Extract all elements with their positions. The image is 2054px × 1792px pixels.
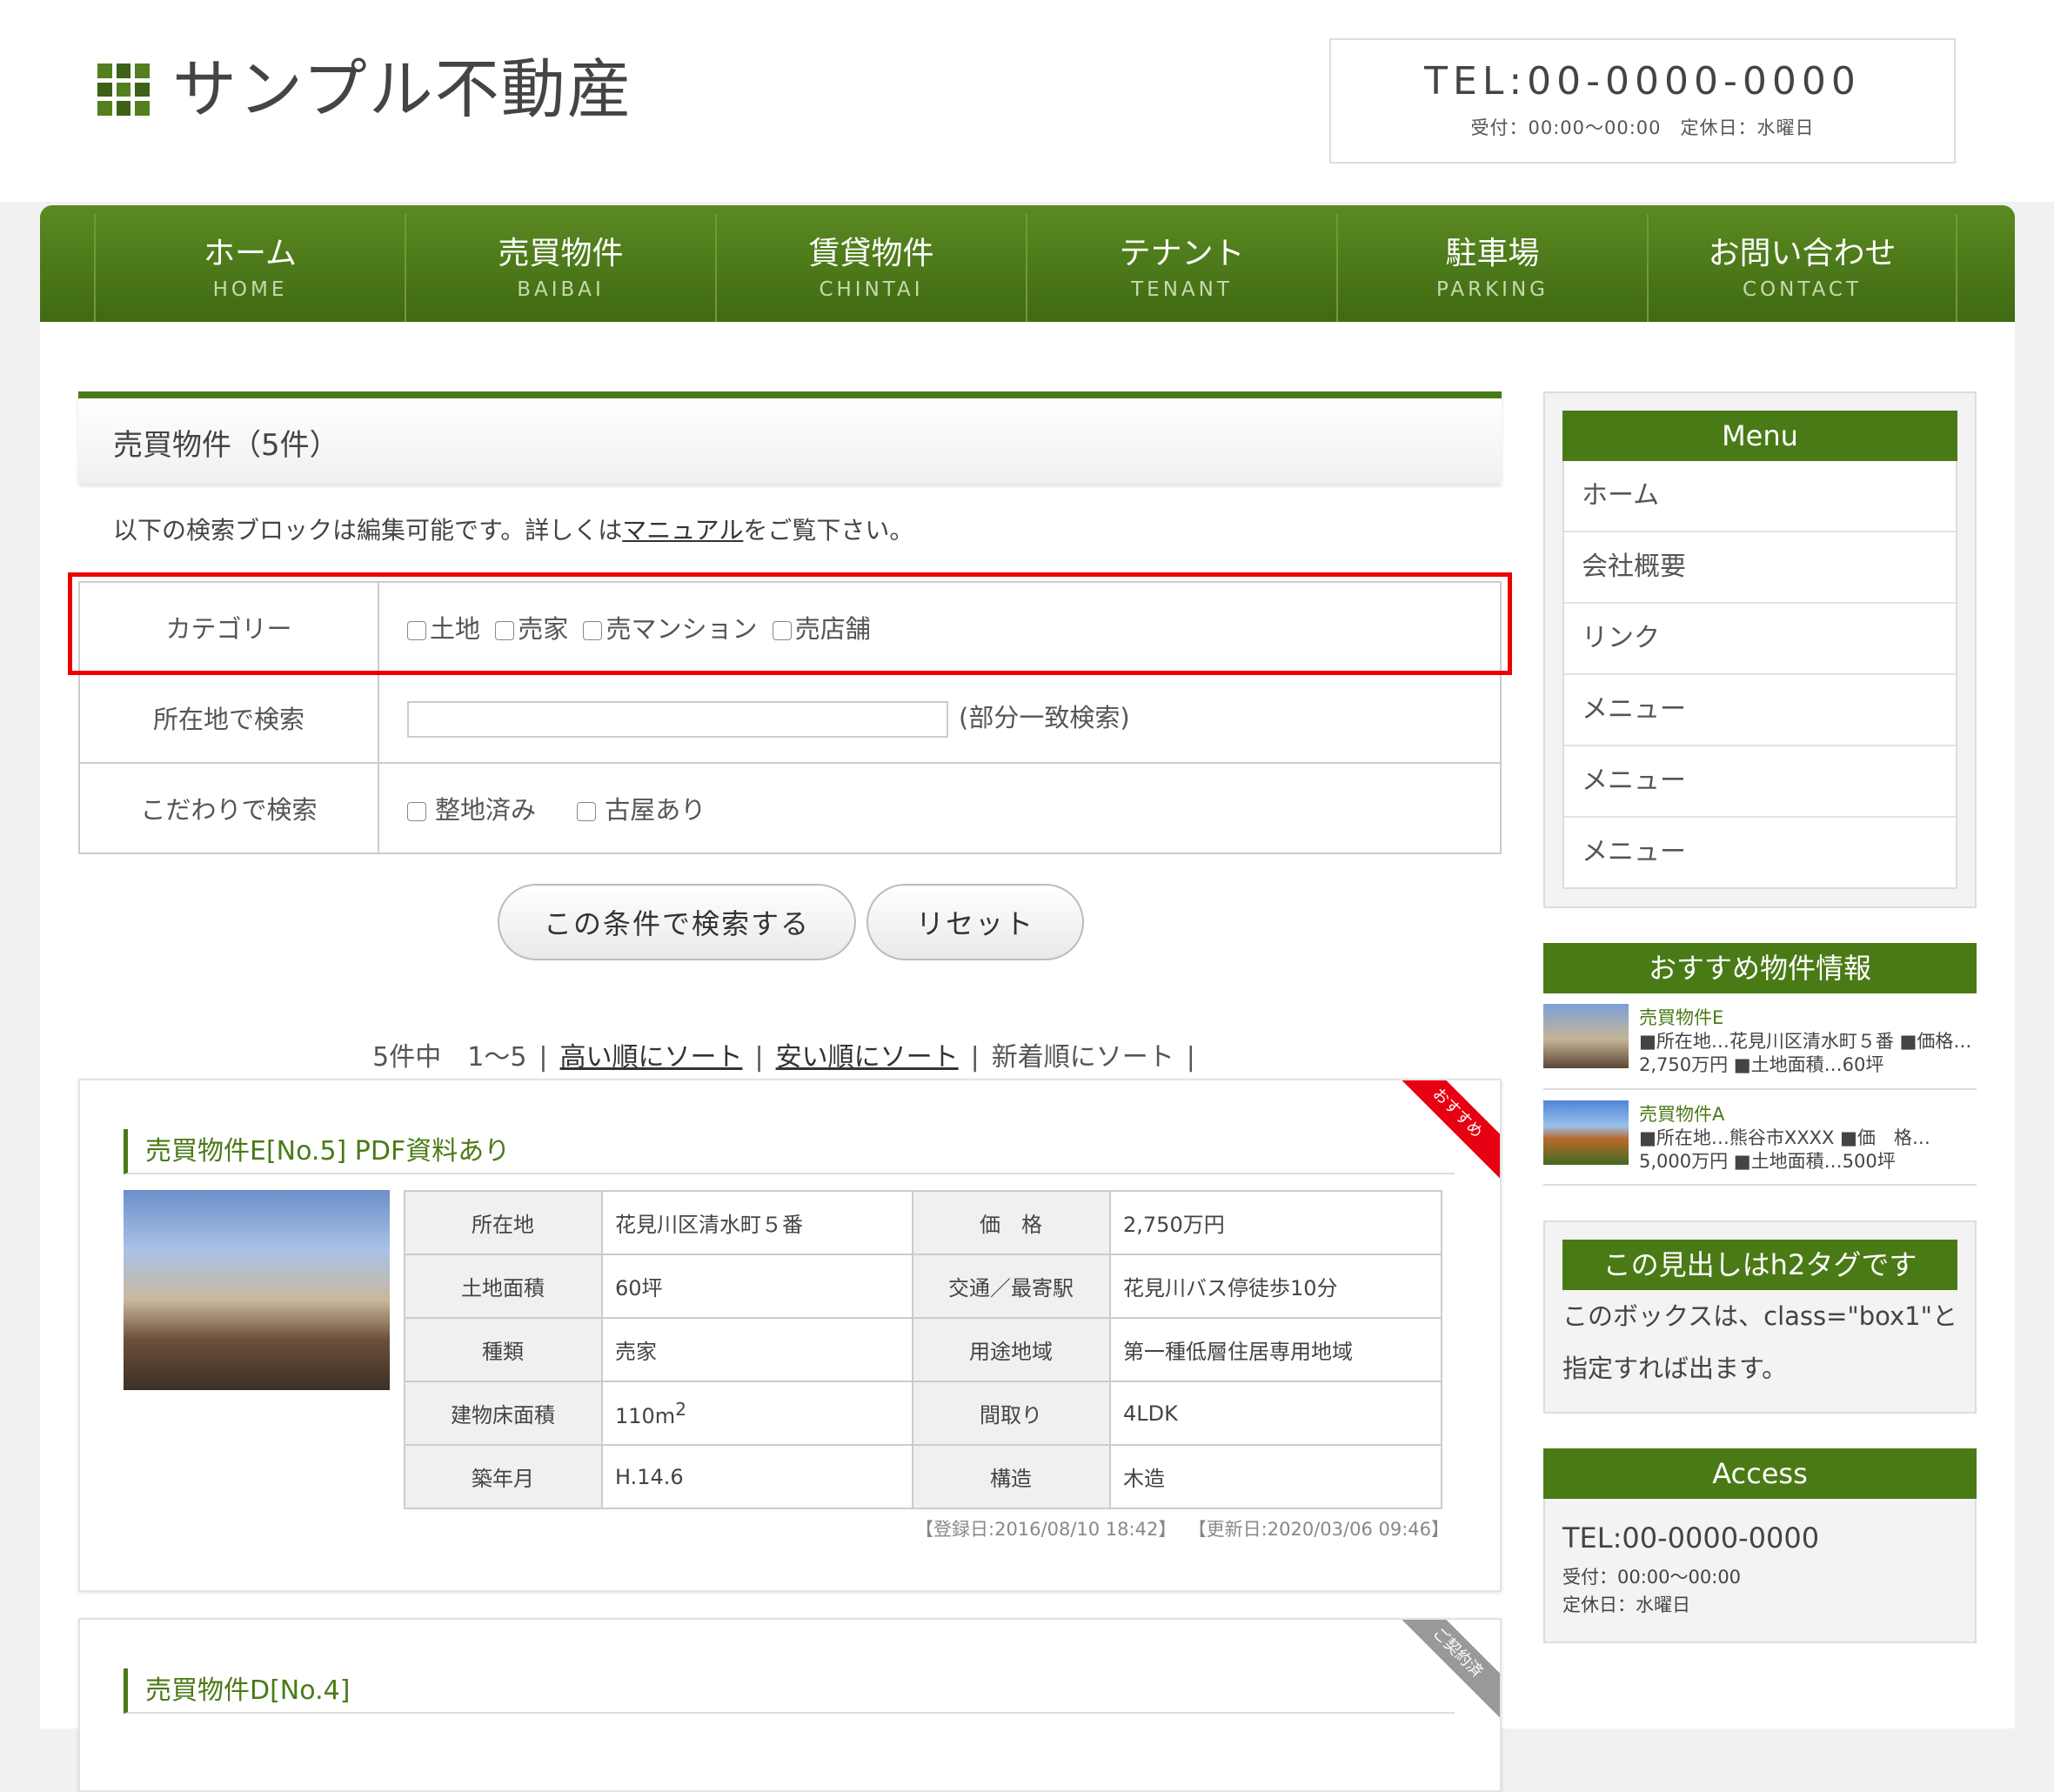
listing-title[interactable]: 売買物件D[No.4] — [124, 1668, 1455, 1714]
access-holiday: 定休日：水曜日 — [1562, 1595, 1690, 1616]
feature-row: こだわりで検索 整地済み 古屋あり — [78, 762, 1502, 854]
listing-details: 所在地 花見川区清水町５番 価 格 2,750万円 土地面積 60坪 交通／最寄… — [404, 1190, 1442, 1509]
info-box: この見出しはh2タグです このボックスは、class="box1"と指定すれば出… — [1543, 1220, 1977, 1414]
access-box: Access TEL:00-0000-0000 受付：00:00〜00:00 定… — [1543, 1448, 1977, 1644]
checkbox-old-house[interactable]: 古屋あり — [577, 795, 706, 825]
checkbox-icon — [583, 621, 603, 640]
box1-title: この見出しはh2タグです — [1562, 1240, 1957, 1291]
location-label: 所在地で検索 — [78, 672, 379, 764]
table-row: 築年月 H.14.6 構造 木造 — [404, 1444, 1442, 1509]
rec-title: おすすめ物件情報 — [1543, 943, 1977, 993]
sidebar-item-menu[interactable]: メニュー — [1564, 818, 1956, 887]
nav-baibai[interactable]: 売買物件 BAIBAI — [405, 214, 715, 322]
table-row: 土地面積 60坪 交通／最寄駅 花見川バス停徒歩10分 — [404, 1254, 1442, 1319]
sort-low-link[interactable]: 安い順にソート — [776, 1042, 959, 1073]
location-input[interactable] — [407, 701, 948, 738]
checkbox-icon — [407, 802, 426, 821]
access-tel: TEL:00-0000-0000 — [1562, 1521, 1820, 1555]
sidebar-item-company[interactable]: 会社概要 — [1564, 532, 1956, 604]
sort-newest[interactable]: 新着順にソート — [992, 1042, 1174, 1073]
grid-logo-icon — [97, 64, 150, 116]
checkbox-icon — [407, 621, 426, 640]
reset-button[interactable]: リセット — [866, 884, 1084, 960]
nav-home[interactable]: ホーム HOME — [94, 214, 405, 322]
table-row: 建物床面積 110m2 間取り 4LDK — [404, 1381, 1442, 1446]
search-button[interactable]: この条件で検索する — [498, 884, 856, 960]
checkbox-shop[interactable]: 売店舗 — [772, 614, 871, 644]
listing-card: ご契約済 売買物件D[No.4] — [78, 1618, 1502, 1792]
checkbox-icon — [772, 621, 792, 640]
menu-title: Menu — [1562, 411, 1957, 461]
checkbox-graded[interactable]: 整地済み — [407, 795, 536, 825]
manual-link[interactable]: マニュアル — [622, 516, 743, 545]
nav-parking[interactable]: 駐車場 PARKING — [1336, 214, 1647, 322]
rec-thumb — [1543, 1100, 1629, 1165]
rec-thumb — [1543, 1004, 1629, 1068]
result-count: 5件中 1〜5 — [372, 1042, 527, 1073]
table-row: 種類 売家 用途地域 第一種低層住居専用地域 — [404, 1317, 1442, 1382]
listing-dates: 【登録日:2016/08/10 18:42】 【更新日:2020/03/06 0… — [915, 1519, 1449, 1540]
category-row: カテゴリー 土地 売家 売マンション 売店舗 — [78, 581, 1502, 673]
checkbox-icon — [577, 802, 597, 821]
location-note: (部分一致検索) — [959, 703, 1130, 732]
sidebar-item-home[interactable]: ホーム — [1564, 461, 1956, 532]
search-form: カテゴリー 土地 売家 売マンション 売店舗 所在地で検索 (部分一致検索) こ… — [78, 581, 1502, 854]
access-hours: 受付：00:00〜00:00 — [1562, 1567, 1742, 1588]
checkbox-land[interactable]: 土地 — [407, 614, 480, 644]
listing-photo[interactable] — [124, 1190, 390, 1390]
sort-high-link[interactable]: 高い順にソート — [560, 1042, 743, 1073]
sidebar-item-link[interactable]: リンク — [1564, 604, 1956, 675]
page-title: 売買物件（5件） — [78, 391, 1502, 484]
checkbox-icon — [495, 621, 515, 640]
main-content: 売買物件（5件） 以下の検索ブロックは編集可能です。詳しくはマニュアルをご覧下さ… — [68, 391, 1512, 1792]
site-logo[interactable]: サンプル不動産 — [97, 57, 633, 122]
sidebar-item-menu[interactable]: メニュー — [1564, 675, 1956, 746]
nav-contact[interactable]: お問い合わせ CONTACT — [1647, 214, 1957, 322]
category-label: カテゴリー — [78, 581, 379, 673]
listing-card: おすすめ 売買物件E[No.5] PDF資料あり 所在地 花見川区清水町５番 価… — [78, 1079, 1502, 1592]
header-tel: TEL:00-0000-0000 — [1424, 59, 1861, 104]
sidebar-item-menu[interactable]: メニュー — [1564, 746, 1956, 818]
page-container: 売買物件（5件） 以下の検索ブロックは編集可能です。詳しくはマニュアルをご覧下さ… — [40, 322, 2015, 1792]
checkbox-house[interactable]: 売家 — [495, 614, 568, 644]
listing-title[interactable]: 売買物件E[No.5] PDF資料あり — [124, 1129, 1455, 1174]
intro-text: 以下の検索ブロックは編集可能です。詳しくはマニュアルをご覧下さい。 — [113, 516, 914, 545]
list-item[interactable]: 売買物件E ■所在地…花見川区清水町５番 ■価格…2,750万円 ■土地面積…6… — [1543, 993, 1977, 1090]
sidebar-menu: Menu ホーム 会社概要 リンク メニュー メニュー メニュー — [1543, 391, 1977, 908]
recommended-listings: おすすめ物件情報 売買物件E ■所在地…花見川区清水町５番 ■価格…2,750万… — [1543, 943, 1977, 1187]
access-title: Access — [1543, 1448, 1977, 1500]
nav-tenant[interactable]: テナント TENANT — [1026, 214, 1336, 322]
table-row: 所在地 花見川区清水町５番 価 格 2,750万円 — [404, 1190, 1442, 1255]
site-header: サンプル不動産 TEL:00-0000-0000 受付：00:00〜00:00 … — [0, 0, 2054, 202]
feature-label: こだわりで検索 — [78, 762, 379, 854]
site-title: サンプル不動産 — [172, 52, 633, 127]
nav-chintai[interactable]: 賃貸物件 CHINTAI — [715, 214, 1026, 322]
sort-bar: 5件中 1〜5 | 高い順にソート | 安い順にソート | 新着順にソート | — [372, 1042, 1195, 1073]
header-hours: 受付：00:00〜00:00 定休日：水曜日 — [1470, 117, 1815, 138]
list-item[interactable]: 売買物件A ■所在地…熊谷市XXXX ■価 格…5,000万円 ■土地面積…50… — [1543, 1090, 1977, 1187]
header-contact-box: TEL:00-0000-0000 受付：00:00〜00:00 定休日：水曜日 — [1329, 38, 1956, 164]
location-row: 所在地で検索 (部分一致検索) — [78, 672, 1502, 764]
box1-text: このボックスは、class="box1"と指定すれば出ます。 — [1562, 1301, 1957, 1384]
search-buttons: この条件で検索する リセット — [498, 884, 1084, 960]
global-nav: ホーム HOME 売買物件 BAIBAI 賃貸物件 CHINTAI テナント TENAN… — [40, 205, 2015, 322]
sidebar: Menu ホーム 会社概要 リンク メニュー メニュー メニュー おすすめ物件情… — [1543, 391, 1977, 1644]
checkbox-mansion[interactable]: 売マンション — [583, 614, 757, 644]
